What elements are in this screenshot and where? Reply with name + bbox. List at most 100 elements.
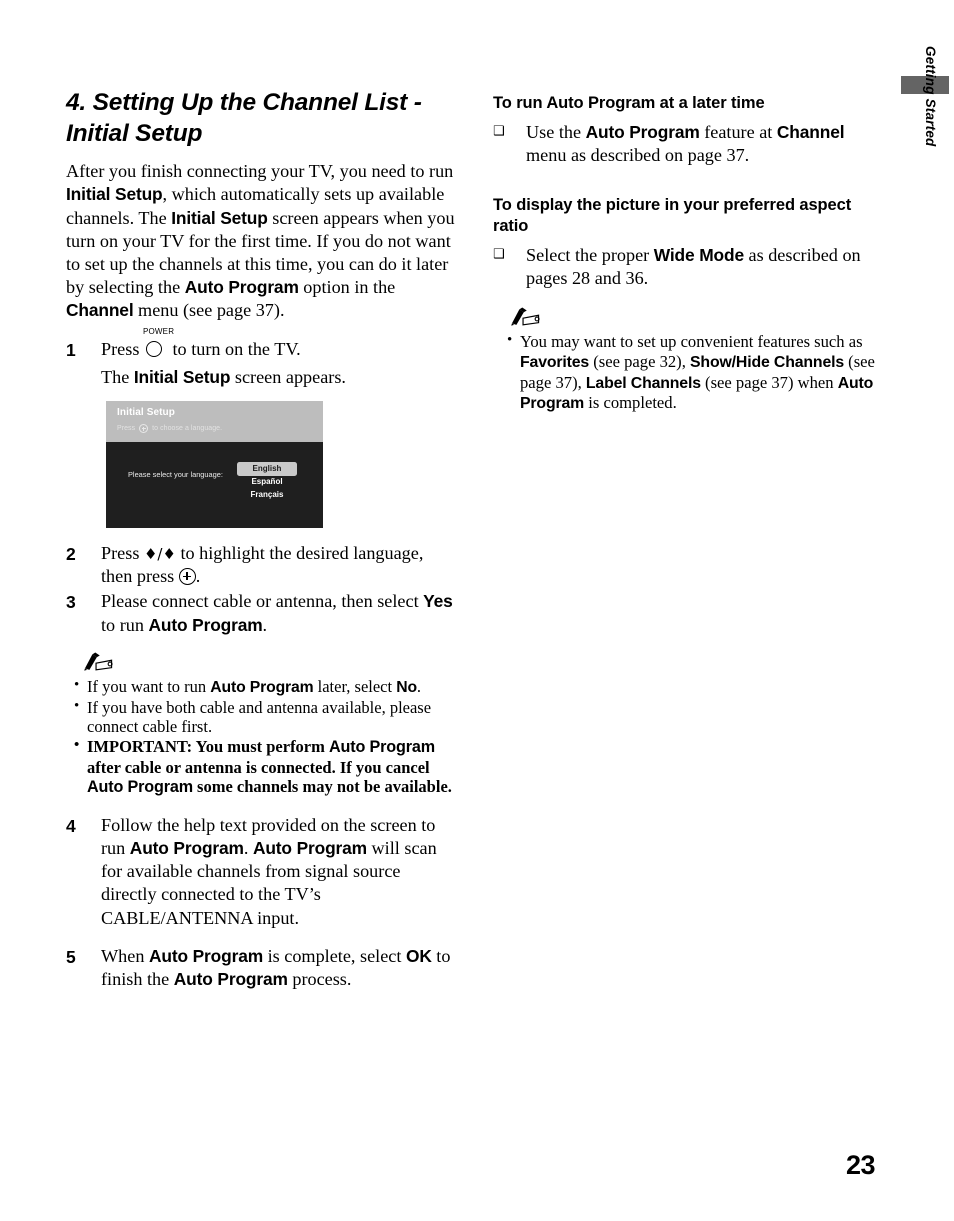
tv-language-option-español[interactable]: Español xyxy=(237,476,297,489)
intro-seg-3: Initial Setup xyxy=(171,207,268,228)
note-0-seg-0: If you want to run xyxy=(87,676,211,696)
step-sub-post: screen appears. xyxy=(230,366,346,387)
step-lead-text: Press xyxy=(101,542,140,563)
note-2-seg-1: Auto Program xyxy=(329,738,435,757)
step-text: Press ♦/♦ to highlight the desired langu… xyxy=(101,542,458,588)
section1-text-seg-1: Auto Program xyxy=(585,122,700,143)
step-text: Please connect cable or antenna, then se… xyxy=(101,590,458,636)
checklist-item-auto-program: ❑ Use the Auto Program feature at Channe… xyxy=(493,121,889,167)
power-button-circle xyxy=(145,340,162,357)
step-mid-text: is complete, select xyxy=(263,945,406,966)
left-column: 4. Setting Up the Channel List - Initial… xyxy=(66,88,458,993)
tv-subtitle-post: to choose a language. xyxy=(152,424,223,432)
note-0-seg-4: . xyxy=(416,676,422,696)
step-item-1: 1 Press POWER to turn on the TV. xyxy=(66,327,458,362)
note-0-seg-6: (see page 37) when xyxy=(700,372,838,392)
tv-subtitle-pre: Press xyxy=(117,424,136,432)
section1-text-seg-0: Use the xyxy=(526,122,586,143)
step-number: 5 xyxy=(66,946,76,967)
note-block-right: You may want to set up convenient featur… xyxy=(493,306,889,413)
tv-screen-title: Initial Setup xyxy=(117,406,175,418)
note-pencil-icon xyxy=(84,652,113,671)
step-bold-1: Yes xyxy=(423,591,453,612)
step-item-3: 3 Please connect cable or antenna, then … xyxy=(66,590,458,636)
note-1-seg-0: If you have both cable and antenna avail… xyxy=(87,697,432,737)
checkbox-icon: ❑ xyxy=(493,124,505,140)
step-item-4: 4 Follow the help text provided on the s… xyxy=(66,814,458,930)
enter-button-icon xyxy=(139,423,149,433)
section1-text-seg-4: menu as described on page 37. xyxy=(526,145,750,166)
note-0-seg-1: Auto Program xyxy=(210,678,314,696)
page-title: 4. Setting Up the Channel List - Initial… xyxy=(66,89,422,147)
step-trail-text: to turn on the TV. xyxy=(172,338,301,359)
note-0-seg-5: Label Channels xyxy=(585,374,701,392)
note-0-seg-2: (see page 32), xyxy=(589,352,691,372)
step-number: 4 xyxy=(66,815,76,836)
right-column: To run Auto Program at a later time ❑ Us… xyxy=(493,93,889,413)
intro-seg-7: Channel xyxy=(66,300,134,321)
tv-language-option-english[interactable]: English xyxy=(237,461,297,476)
step-bold-1: Auto Program xyxy=(148,945,264,966)
step-trail-text: . xyxy=(195,566,201,587)
initial-setup-screen-figure: Initial Setup Press to choose a language… xyxy=(106,400,323,528)
step-bold-3: Auto Program xyxy=(173,969,288,990)
tv-language-prompt: Please select your language: xyxy=(128,469,223,479)
section-heading-run-auto-program: To run Auto Program at a later time xyxy=(493,94,765,112)
intro-seg-6: option in the xyxy=(298,277,396,298)
power-button-label: POWER xyxy=(142,326,175,336)
tv-language-options: English Español Français xyxy=(237,461,297,502)
checkbox-icon: ❑ xyxy=(493,247,505,263)
step-1-subtext: The Initial Setup screen appears. xyxy=(101,366,458,389)
step-mid-text: . xyxy=(243,838,253,859)
note-2-seg-3: Auto Program xyxy=(87,778,193,797)
note-0-seg-8: is completed. xyxy=(584,392,677,412)
note-0-seg-3: No xyxy=(396,678,417,696)
step-item-5: 5 When Auto Program is complete, select … xyxy=(66,945,458,991)
note-item: IMPORTANT: You must perform Auto Program… xyxy=(74,736,458,798)
intro-seg-8: menu (see page 37). xyxy=(133,300,285,321)
step-pre-text: Please connect cable or antenna, then se… xyxy=(101,591,424,612)
step-bold-1: Auto Program xyxy=(129,838,244,859)
tv-language-option-français[interactable]: Français xyxy=(237,489,297,502)
step-text: Press POWER to turn on the TV. xyxy=(101,327,458,361)
note-0-seg-0: You may want to set up convenient featur… xyxy=(520,332,863,352)
section-heading-aspect-ratio: To display the picture in your preferred… xyxy=(493,195,852,236)
step-number: 1 xyxy=(66,339,76,360)
checklist-item-wide-mode: ❑ Select the proper Wide Mode as describ… xyxy=(493,244,889,290)
step-item-2: 2 Press ♦/♦ to highlight the desired lan… xyxy=(66,542,458,588)
section2-text-seg-1: Wide Mode xyxy=(653,245,744,266)
note-list: You may want to set up convenient featur… xyxy=(493,331,889,413)
step-bold-2: Auto Program xyxy=(148,614,263,635)
step-mid-text: to run xyxy=(101,614,149,635)
power-button-icon: POWER xyxy=(143,327,174,358)
note-0-seg-3: Show/Hide Channels xyxy=(690,354,845,372)
page-number: 23 xyxy=(846,1150,876,1180)
note-item: You may want to set up convenient featur… xyxy=(507,331,889,413)
step-post-text: . xyxy=(262,614,268,635)
step-bold-2: OK xyxy=(405,945,432,966)
section-tab-label: Getting Started xyxy=(923,46,938,147)
note-item: If you have both cable and antenna avail… xyxy=(74,697,458,738)
step-number: 3 xyxy=(66,592,76,613)
section1-text-seg-3: Channel xyxy=(776,122,845,143)
checklist-item-text: Select the proper Wide Mode as described… xyxy=(526,244,889,290)
note-item: If you want to run Auto Program later, s… xyxy=(74,676,458,698)
note-2-seg-0: IMPORTANT: You must perform xyxy=(87,737,330,757)
note-pencil-icon xyxy=(511,307,540,326)
note-block-left: If you want to run Auto Program later, s… xyxy=(66,651,458,798)
intro-paragraph: After you finish connecting your TV, you… xyxy=(66,160,458,322)
up-down-arrows-icon: ♦/♦ xyxy=(143,544,176,563)
section1-text-seg-2: feature at xyxy=(699,122,777,143)
note-list: If you want to run Auto Program later, s… xyxy=(66,676,458,798)
step-text: Follow the help text provided on the scr… xyxy=(101,814,458,930)
step-text: When Auto Program is complete, select OK… xyxy=(101,945,458,991)
intro-seg-0: After you finish connecting your TV, you… xyxy=(66,161,454,182)
tv-screen-subtitle: Press to choose a language. xyxy=(117,423,223,433)
intro-seg-5: Auto Program xyxy=(184,277,299,298)
note-0-seg-1: Favorites xyxy=(520,354,590,372)
note-2-seg-2: after cable or antenna is connected. If … xyxy=(87,757,430,777)
step-sub-bold: Initial Setup xyxy=(133,366,231,387)
manual-page: Getting Started 4. Setting Up the Channe… xyxy=(0,0,954,1221)
section2-text-seg-0: Select the proper xyxy=(526,245,654,266)
step-lead-text: Press xyxy=(101,338,140,359)
